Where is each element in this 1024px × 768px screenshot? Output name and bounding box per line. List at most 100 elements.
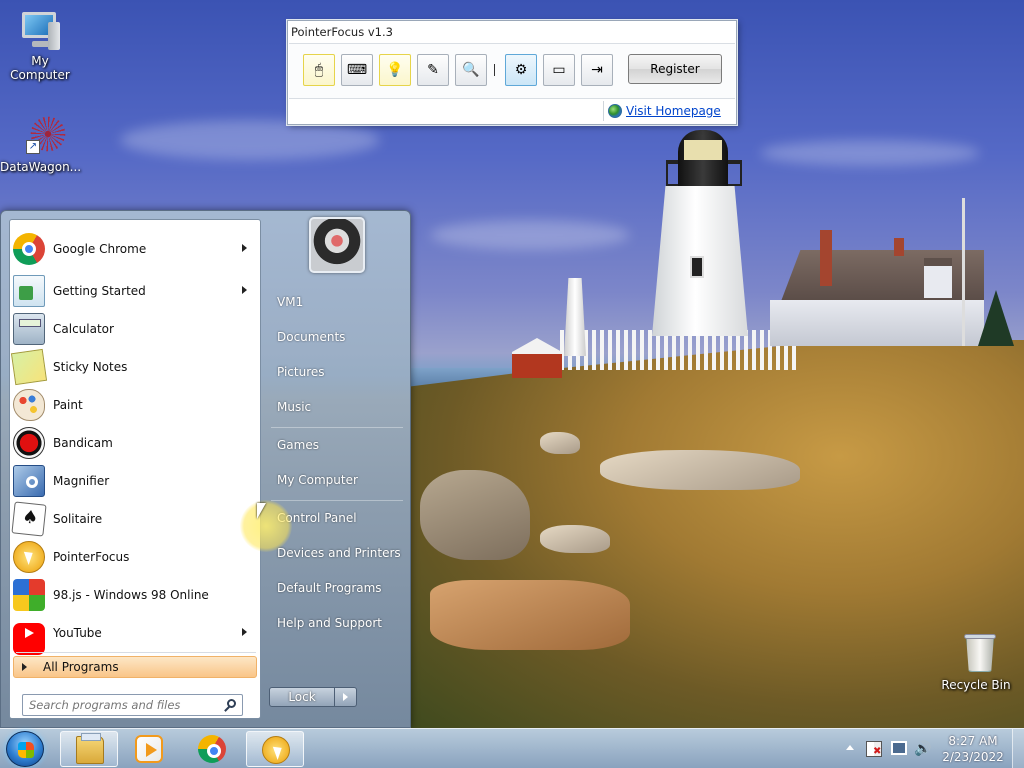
search-icon[interactable]	[227, 699, 236, 708]
mouse-cursor-icon	[257, 503, 266, 519]
programs-divider	[16, 652, 256, 653]
volume-icon[interactable]: 🔊	[914, 741, 931, 757]
system-clock[interactable]: 8:27 AM 2/23/2022	[940, 733, 1006, 765]
program-paint[interactable]: Paint	[13, 387, 257, 423]
homepage-link-area: Visit Homepage	[603, 101, 721, 121]
link-documents[interactable]: Documents	[277, 330, 345, 344]
chrome-icon	[13, 233, 45, 265]
exit-icon: ⇥	[591, 62, 603, 78]
program-label: Calculator	[53, 322, 114, 336]
program-label: Sticky Notes	[53, 360, 128, 374]
program-label: PointerFocus	[53, 550, 130, 564]
link-devices-and-printers[interactable]: Devices and Printers	[277, 546, 401, 560]
program-label: 98.js - Windows 98 Online	[53, 588, 209, 602]
program-label: Google Chrome	[53, 242, 147, 256]
link-vm1[interactable]: VM1	[277, 295, 303, 309]
sticky-notes-icon	[10, 348, 48, 386]
magnifier-button[interactable]: 🔍	[455, 54, 487, 86]
magnifier-icon	[13, 465, 45, 497]
spotlight-button[interactable]: 💡	[379, 54, 411, 86]
magnifier-icon: 🔍	[462, 62, 480, 78]
media-player-icon	[135, 735, 163, 763]
show-hidden-icons-icon[interactable]	[846, 745, 854, 750]
program-label: Getting Started	[53, 284, 146, 298]
desktop-icon-datawagon[interactable]: ↗ DataWagon...	[0, 114, 81, 174]
program-getting-started[interactable]: Getting Started	[13, 273, 257, 309]
submenu-arrow-icon[interactable]	[242, 286, 247, 294]
link-my-computer[interactable]: My Computer	[277, 473, 358, 487]
desktop-icon-label: Recycle Bin	[941, 678, 1011, 692]
action-center-flag-icon[interactable]	[866, 741, 882, 757]
cursor-highlight	[240, 500, 292, 552]
computer-icon	[18, 8, 62, 52]
link-default-programs[interactable]: Default Programs	[277, 581, 382, 595]
taskbar-explorer-button[interactable]	[60, 731, 118, 767]
screen-icon: ▭	[552, 62, 566, 78]
getting-started-icon	[13, 275, 45, 307]
desktop-icon-my-computer[interactable]: My Computer	[0, 8, 80, 82]
solitaire-icon	[11, 501, 47, 537]
annotation-button[interactable]: ✎	[417, 54, 449, 86]
calculator-icon	[13, 313, 45, 345]
all-programs-button[interactable]: All Programs	[13, 656, 257, 678]
user-avatar[interactable]	[309, 217, 365, 273]
recycle-bin-icon	[954, 632, 998, 676]
mouse-icon: 🖱	[314, 62, 324, 78]
keyboard-icon: ⌨	[346, 62, 368, 78]
toolbar-separator	[494, 64, 495, 76]
gear-icon: ⚙	[514, 62, 528, 78]
desktop-icon-recycle-bin[interactable]: Recycle Bin	[936, 632, 1016, 692]
program-google-chrome[interactable]: Google Chrome	[13, 231, 257, 267]
visit-homepage-link[interactable]: Visit Homepage	[626, 104, 721, 118]
start-button[interactable]	[6, 731, 44, 767]
mouse-highlight-button[interactable]: 🖱	[303, 54, 335, 86]
program-solitaire[interactable]: Solitaire	[11, 501, 257, 537]
program-magnifier[interactable]: Magnifier	[13, 463, 257, 499]
submenu-arrow-icon[interactable]	[242, 628, 247, 636]
exit-button[interactable]: ⇥	[581, 54, 613, 86]
submenu-arrow-icon[interactable]	[242, 244, 247, 252]
folder-icon	[76, 733, 104, 764]
pointerfocus-statusbar: Visit Homepage	[289, 100, 735, 124]
pointerfocus-toolbar: 🖱 ⌨ 💡 ✎ 🔍 ⚙ ▭ ⇥ Register	[289, 43, 735, 99]
desktop-icon-label: My Computer	[10, 54, 70, 82]
show-desktop-button[interactable]	[1012, 729, 1024, 768]
keystroke-button[interactable]: ⌨	[341, 54, 373, 86]
search-programs-input[interactable]: Search programs and files	[22, 694, 243, 716]
network-icon[interactable]	[891, 741, 907, 755]
program-label: YouTube	[53, 626, 102, 640]
taskbar-media-player-button[interactable]	[120, 731, 178, 767]
program-label: Solitaire	[53, 512, 103, 526]
pointerfocus-icon	[13, 541, 45, 573]
chevron-right-icon	[22, 663, 27, 671]
register-button[interactable]: Register	[628, 54, 722, 84]
link-help-and-support[interactable]: Help and Support	[277, 616, 382, 630]
program-label: Magnifier	[53, 474, 110, 488]
program-pointerfocus[interactable]: PointerFocus	[13, 539, 257, 575]
windows98-icon	[13, 579, 45, 611]
lock-button[interactable]: Lock	[269, 687, 335, 707]
taskbar-chrome-button[interactable]	[183, 731, 241, 767]
program-bandicam[interactable]: Bandicam	[13, 425, 257, 461]
bandicam-icon	[13, 427, 45, 459]
program-calculator[interactable]: Calculator	[13, 311, 257, 347]
program-label: Bandicam	[53, 436, 113, 450]
link-music[interactable]: Music	[277, 400, 311, 414]
program-label: Paint	[53, 398, 83, 412]
screen-button[interactable]: ▭	[543, 54, 575, 86]
shortcut-arrow-icon: ↗	[26, 140, 40, 154]
clock-time: 8:27 AM	[948, 734, 998, 748]
shutdown-options-arrow-icon[interactable]	[335, 687, 357, 707]
taskbar-pointerfocus-button[interactable]	[246, 731, 304, 767]
program-98js[interactable]: 98.js - Windows 98 Online	[13, 577, 257, 613]
links-divider	[271, 500, 403, 501]
link-pictures[interactable]: Pictures	[277, 365, 325, 379]
start-menu-programs-pane: Google Chrome Getting Started Calculator…	[9, 219, 261, 719]
settings-button[interactable]: ⚙	[505, 54, 537, 86]
link-games[interactable]: Games	[277, 438, 319, 452]
program-sticky-notes[interactable]: Sticky Notes	[10, 348, 257, 386]
search-placeholder: Search programs and files	[29, 698, 181, 712]
lightbulb-icon: 💡	[386, 62, 404, 78]
program-youtube[interactable]: YouTube	[13, 615, 257, 655]
taskbar: 🔊 8:27 AM 2/23/2022	[0, 728, 1024, 768]
